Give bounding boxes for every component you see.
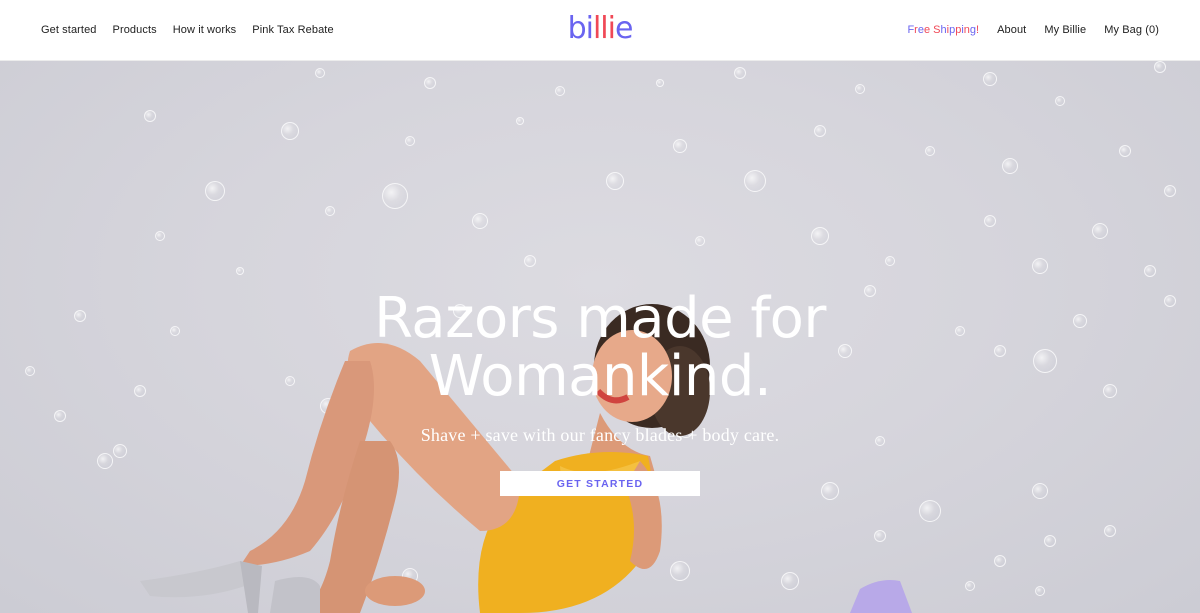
hero-headline: Razors made for Womankind. — [0, 290, 1200, 406]
free-shipping-link[interactable]: Free Shipping! — [907, 24, 979, 36]
nav-about[interactable]: About — [997, 24, 1026, 36]
primary-nav: Get started Products How it works Pink T… — [41, 24, 350, 36]
nav-my-bag[interactable]: My Bag (0) — [1104, 24, 1159, 36]
secondary-nav: Free Shipping! About My Billie My Bag (0… — [889, 24, 1159, 36]
hero-headline-line-2: Womankind. — [428, 344, 772, 409]
nav-products[interactable]: Products — [113, 24, 157, 36]
hero-headline-line-1: Razors made for — [374, 286, 826, 351]
nav-my-billie[interactable]: My Billie — [1044, 24, 1086, 36]
hero-section: Razors made for Womankind. Shave + save … — [0, 61, 1200, 613]
billie-logo[interactable]: billie — [568, 9, 634, 49]
get-started-button[interactable]: GET STARTED — [500, 471, 700, 496]
nav-get-started[interactable]: Get started — [41, 24, 97, 36]
hero-subheadline: Shave + save with our fancy blades + bod… — [420, 425, 780, 445]
nav-pink-tax-rebate[interactable]: Pink Tax Rebate — [252, 24, 333, 36]
site-header: Get started Products How it works Pink T… — [0, 0, 1200, 61]
nav-how-it-works[interactable]: How it works — [173, 24, 237, 36]
